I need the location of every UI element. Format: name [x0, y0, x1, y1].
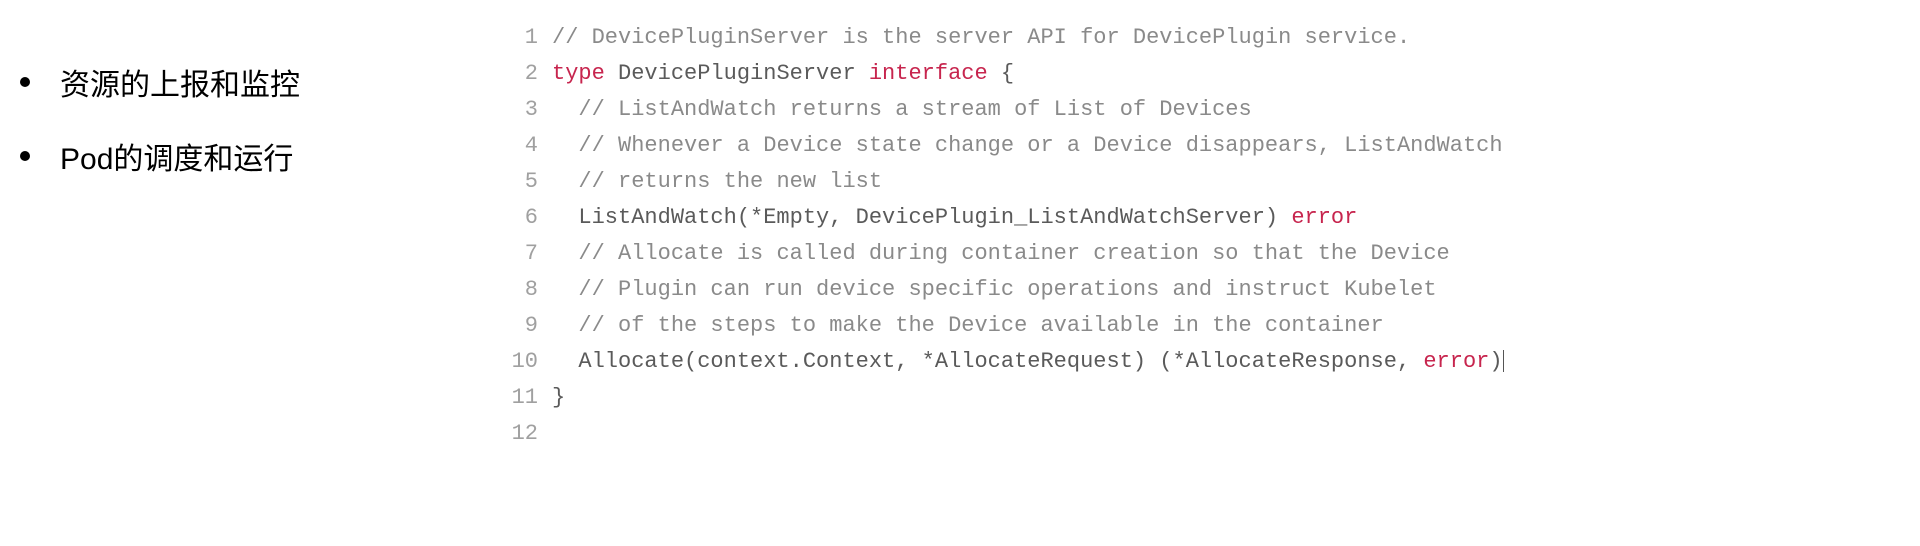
code-content: // Plugin can run device specific operat… [552, 272, 1437, 308]
bullet-text: 资源的上报和监控 [60, 60, 300, 104]
line-number: 11 [510, 380, 552, 416]
code-content: // DevicePluginServer is the server API … [552, 20, 1410, 56]
code-line: 11} [510, 380, 1920, 416]
line-number: 4 [510, 128, 552, 164]
code-content: type DevicePluginServer interface { [552, 56, 1014, 92]
code-line: 2type DevicePluginServer interface { [510, 56, 1920, 92]
list-item: Pod的调度和运行 [20, 134, 510, 178]
code-content: // returns the new list [552, 164, 882, 200]
line-number: 12 [510, 416, 552, 452]
code-content: // of the steps to make the Device avail… [552, 308, 1384, 344]
code-content: } [552, 380, 565, 416]
line-number: 5 [510, 164, 552, 200]
list-item: 资源的上报和监控 [20, 60, 510, 104]
code-line: 10 Allocate(context.Context, *AllocateRe… [510, 344, 1920, 380]
text-cursor-icon [1503, 350, 1504, 372]
code-line: 3 // ListAndWatch returns a stream of Li… [510, 92, 1920, 128]
line-number: 9 [510, 308, 552, 344]
code-line: 5 // returns the new list [510, 164, 1920, 200]
code-content: // Whenever a Device state change or a D… [552, 128, 1503, 164]
code-line: 12 [510, 416, 1920, 452]
line-number: 7 [510, 236, 552, 272]
code-panel: 1// DevicePluginServer is the server API… [510, 0, 1920, 546]
code-line: 6 ListAndWatch(*Empty, DevicePlugin_List… [510, 200, 1920, 236]
line-number: 1 [510, 20, 552, 56]
bullet-list: 资源的上报和监控 Pod的调度和运行 [20, 60, 510, 178]
code-line: 1// DevicePluginServer is the server API… [510, 20, 1920, 56]
code-line: 8 // Plugin can run device specific oper… [510, 272, 1920, 308]
bullet-text: Pod的调度和运行 [60, 134, 293, 178]
bullet-icon [20, 77, 30, 87]
line-number: 10 [510, 344, 552, 380]
line-number: 6 [510, 200, 552, 236]
code-content: // ListAndWatch returns a stream of List… [552, 92, 1252, 128]
bullet-icon [20, 151, 30, 161]
code-content: Allocate(context.Context, *AllocateReque… [552, 344, 1504, 380]
line-number: 8 [510, 272, 552, 308]
code-content: ListAndWatch(*Empty, DevicePlugin_ListAn… [552, 200, 1357, 236]
line-number: 2 [510, 56, 552, 92]
code-line: 9 // of the steps to make the Device ava… [510, 308, 1920, 344]
bullet-panel: 资源的上报和监控 Pod的调度和运行 [0, 0, 510, 546]
code-line: 7 // Allocate is called during container… [510, 236, 1920, 272]
line-number: 3 [510, 92, 552, 128]
code-line: 4 // Whenever a Device state change or a… [510, 128, 1920, 164]
code-content: // Allocate is called during container c… [552, 236, 1450, 272]
